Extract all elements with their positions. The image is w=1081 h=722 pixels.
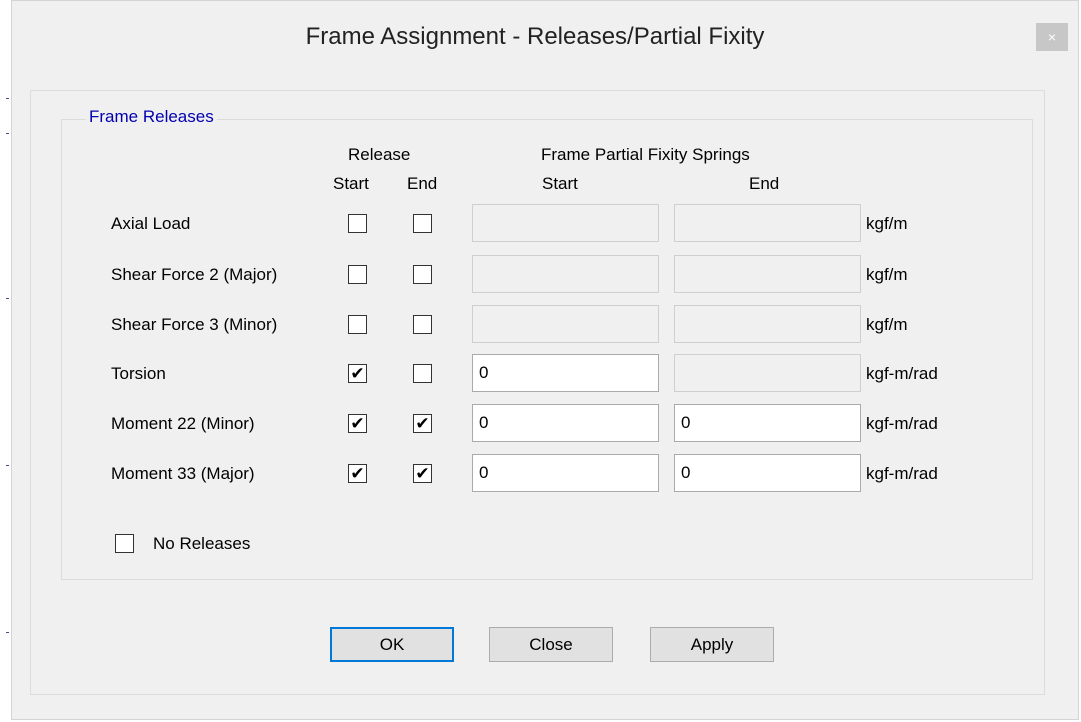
release-start-checkbox[interactable]: ✔: [348, 414, 367, 433]
release-start-checkbox[interactable]: [348, 214, 367, 233]
spring-start-input[interactable]: 0: [472, 454, 659, 492]
spring-start-input[interactable]: [472, 305, 659, 343]
unit-label: kgf/m: [866, 265, 908, 284]
release-row: Shear Force 3 (Minor) kgf/m: [0, 301, 1081, 345]
row-label: Moment 33 (Major): [111, 464, 255, 483]
spring-end-input[interactable]: [674, 204, 861, 242]
spring-end-input[interactable]: [674, 255, 861, 293]
apply-button[interactable]: Apply: [650, 627, 774, 662]
release-start-checkbox[interactable]: [348, 265, 367, 284]
row-label: Moment 22 (Minor): [111, 414, 255, 433]
row-label: Axial Load: [111, 214, 191, 233]
header-release-end: End: [407, 174, 438, 193]
release-end-checkbox[interactable]: ✔: [413, 414, 432, 433]
ok-button[interactable]: OK: [330, 627, 454, 662]
header-springs: Frame Partial Fixity Springs: [541, 145, 750, 164]
header-springs-start: Start: [542, 174, 578, 193]
background-tick: [6, 632, 9, 633]
release-row: Shear Force 2 (Major) kgf/m: [0, 251, 1081, 295]
header-release-start: Start: [333, 174, 369, 193]
background-tick: [6, 298, 9, 299]
group-legend: Frame Releases: [86, 107, 217, 127]
row-label: Shear Force 2 (Major): [111, 265, 278, 284]
unit-label: kgf-m/rad: [866, 464, 938, 483]
row-label: Torsion: [111, 364, 166, 383]
spring-start-input[interactable]: [472, 204, 659, 242]
header-release: Release: [348, 145, 411, 164]
background-tick: [6, 98, 9, 99]
release-row: Moment 22 (Minor) ✔ ✔ 0 0 kgf-m/rad: [0, 400, 1081, 444]
unit-label: kgf-m/rad: [866, 414, 938, 433]
background-tick: [6, 133, 9, 134]
unit-label: kgf/m: [866, 214, 908, 233]
spring-end-input[interactable]: [674, 305, 861, 343]
spring-start-input[interactable]: 0: [472, 354, 659, 392]
release-start-checkbox[interactable]: [348, 315, 367, 334]
spring-end-input[interactable]: [674, 354, 861, 392]
close-icon[interactable]: ×: [1036, 23, 1068, 51]
row-label: Shear Force 3 (Minor): [111, 315, 278, 334]
spring-end-input[interactable]: 0: [674, 404, 861, 442]
release-end-checkbox[interactable]: [413, 214, 432, 233]
spring-start-input[interactable]: [472, 255, 659, 293]
unit-label: kgf/m: [866, 315, 908, 334]
release-end-checkbox[interactable]: [413, 364, 432, 383]
no-releases-label: No Releases: [153, 534, 251, 553]
no-releases-checkbox[interactable]: [115, 534, 134, 553]
release-end-checkbox[interactable]: [413, 265, 432, 284]
unit-label: kgf-m/rad: [866, 364, 938, 383]
spring-start-input[interactable]: 0: [472, 404, 659, 442]
header-springs-end: End: [749, 174, 780, 193]
release-row: Torsion ✔ 0 kgf-m/rad: [0, 350, 1081, 394]
spring-end-input[interactable]: 0: [674, 454, 861, 492]
release-row: Moment 33 (Major) ✔ ✔ 0 0 kgf-m/rad: [0, 450, 1081, 494]
release-row: Axial Load kgf/m: [0, 200, 1081, 244]
release-start-checkbox[interactable]: ✔: [348, 464, 367, 483]
release-start-checkbox[interactable]: ✔: [348, 364, 367, 383]
release-end-checkbox[interactable]: [413, 315, 432, 334]
title-bar[interactable]: Frame Assignment - Releases/Partial Fixi…: [12, 1, 1078, 75]
close-button[interactable]: Close: [489, 627, 613, 662]
dialog-title: Frame Assignment - Releases/Partial Fixi…: [305, 23, 765, 50]
release-end-checkbox[interactable]: ✔: [413, 464, 432, 483]
